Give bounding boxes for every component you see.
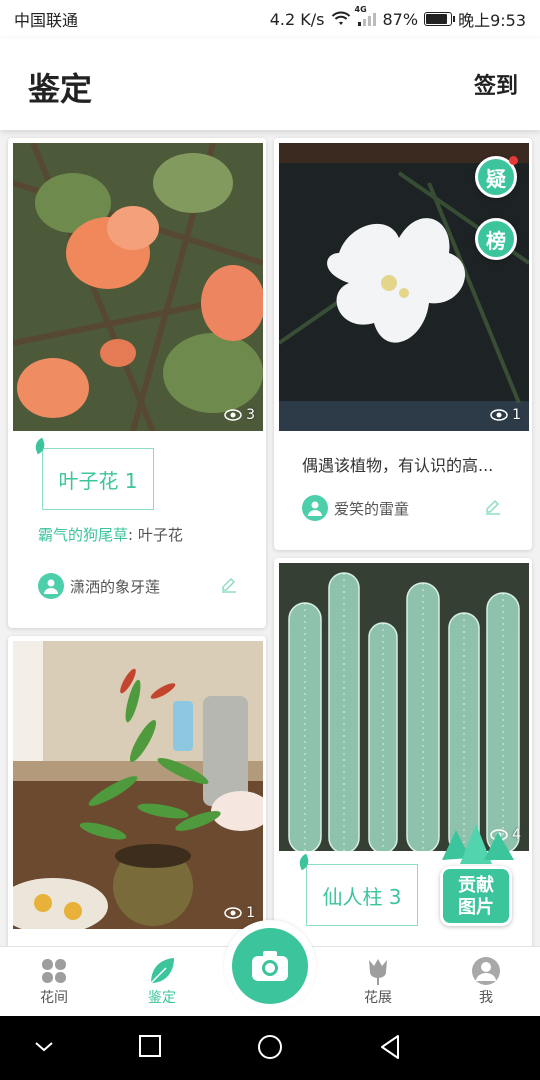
- plant-photo-bougainvillea[interactable]: 3: [13, 143, 263, 431]
- leaf-icon: [122, 955, 202, 987]
- tab-me[interactable]: 我: [446, 955, 526, 1007]
- app-header: 鉴定 签到: [0, 38, 540, 130]
- page-title: 鉴定: [28, 70, 93, 108]
- avatar[interactable]: [302, 495, 328, 521]
- status-indicators: 4.2 K/s 4G 87% 晚上9:53: [269, 5, 526, 31]
- signal-icon: 4G: [355, 5, 377, 27]
- poster[interactable]: 爱笑的雷童: [302, 495, 409, 521]
- identify-card[interactable]: 1 偶遇该植物，有认识的高... 爱笑的雷童: [274, 138, 532, 550]
- carrier-label: 中国联通: [14, 11, 79, 30]
- answer-text: : 叶子花: [128, 526, 183, 544]
- contribute-label: 贡献 图片: [440, 866, 512, 926]
- notification-dot: [509, 156, 518, 165]
- clock: 晚上9:53: [458, 11, 526, 30]
- identify-card[interactable]: 3 叶子花 1 霸气的狗尾草: 叶子花 潇洒的象牙莲: [8, 138, 266, 628]
- contribute-line-1: 贡献: [458, 875, 494, 896]
- plant-photo-nandina[interactable]: 1: [13, 641, 263, 929]
- question-text: 偶遇该植物，有认识的高...: [302, 456, 494, 475]
- contribute-line-2: 图片: [458, 897, 494, 918]
- rank-label: 榜: [486, 228, 506, 253]
- system-navigation-bar: [0, 1016, 540, 1080]
- network-type: 4G: [354, 5, 367, 14]
- flower-grid-icon: [14, 955, 94, 987]
- view-count: 3: [224, 407, 255, 423]
- tab-huazhan[interactable]: 花展: [338, 955, 418, 1007]
- battery-fill: [426, 14, 447, 24]
- tab-label: 我: [479, 990, 493, 1006]
- status-bar: 中国联通 4.2 K/s 4G 87% 晚上9:53: [0, 0, 540, 38]
- plant-name-tag[interactable]: 仙人柱 3: [306, 864, 418, 926]
- poster-name: 爱笑的雷童: [334, 499, 410, 518]
- plant-name: 仙人柱 3: [322, 884, 402, 909]
- avatar[interactable]: [38, 573, 64, 599]
- answerer-name[interactable]: 霸气的狗尾草: [38, 526, 128, 544]
- plant-name: 叶子花 1: [58, 468, 138, 493]
- view-count-number: 3: [246, 407, 255, 423]
- battery-icon: [424, 12, 456, 26]
- home-icon[interactable]: [257, 1034, 283, 1060]
- tab-jianding[interactable]: 鉴定: [122, 955, 202, 1007]
- rank-button[interactable]: 榜: [475, 218, 517, 260]
- tab-huajian[interactable]: 花间: [14, 955, 94, 1007]
- contribute-photo-button[interactable]: 贡献 图片: [436, 820, 518, 930]
- eye-icon: [224, 409, 242, 421]
- checkin-button[interactable]: 签到: [474, 68, 518, 100]
- eye-icon: [224, 907, 242, 919]
- view-count-number: 1: [246, 905, 255, 921]
- answer-line: 霸气的狗尾草: 叶子花: [38, 524, 183, 545]
- camera-button[interactable]: [224, 920, 316, 1012]
- view-count: 1: [490, 407, 521, 423]
- network-speed: 4.2 K/s: [269, 9, 325, 29]
- identify-card[interactable]: 1: [8, 636, 266, 946]
- poster[interactable]: 潇洒的象牙莲: [38, 573, 160, 599]
- user-icon: [308, 501, 322, 516]
- doubt-label: 疑: [486, 166, 506, 191]
- view-count: 1: [224, 905, 255, 921]
- plant-name-tag[interactable]: 叶子花 1: [42, 448, 154, 510]
- back-icon[interactable]: [378, 1034, 402, 1060]
- edit-icon[interactable]: [220, 576, 238, 598]
- tab-label: 花间: [40, 990, 68, 1006]
- view-count-number: 1: [512, 407, 521, 423]
- edit-icon[interactable]: [484, 498, 502, 520]
- wifi-icon: [331, 11, 351, 27]
- tab-label: 鉴定: [148, 990, 176, 1006]
- tab-label: 花展: [364, 990, 392, 1006]
- camera-icon: [232, 928, 308, 1004]
- user-icon: [44, 579, 58, 594]
- plant-photo-cactus[interactable]: 4: [279, 563, 529, 851]
- battery-percent: 87%: [382, 9, 419, 29]
- hide-nav-icon[interactable]: [32, 1034, 56, 1058]
- profile-icon: [446, 955, 526, 987]
- eye-icon: [490, 409, 508, 421]
- recents-icon[interactable]: [138, 1034, 162, 1058]
- tulip-icon: [338, 955, 418, 987]
- poster-name: 潇洒的象牙莲: [70, 577, 161, 596]
